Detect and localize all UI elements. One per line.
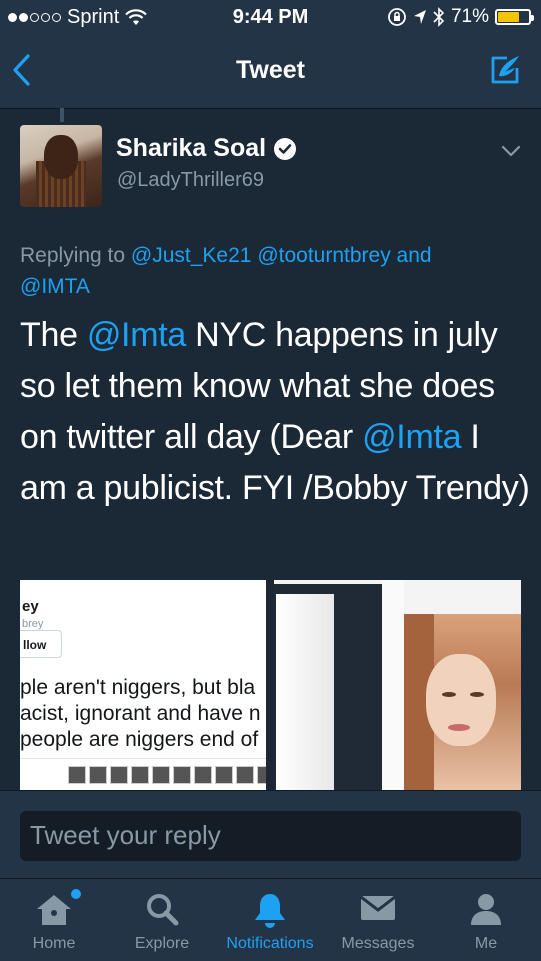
tweet-mention-2[interactable]: @Imta (362, 418, 461, 456)
screenshot-follow-button: llow (20, 630, 62, 658)
window-light (276, 594, 334, 790)
tweet-media: ey brey llow ple aren't niggers, but bla… (20, 580, 521, 790)
search-icon (147, 894, 179, 926)
media-image-1[interactable]: ey brey llow ple aren't niggers, but bla… (20, 580, 266, 790)
tab-me[interactable]: Me (432, 879, 540, 961)
compose-button[interactable] (487, 52, 523, 93)
tab-explore-label: Explore (134, 935, 190, 952)
screenshot-line-2: acist, ignorant and have n (20, 702, 261, 725)
display-name[interactable]: Sharika Soal (116, 134, 297, 163)
tweet-mention-1[interactable]: @Imta (87, 316, 186, 354)
tab-explore[interactable]: Explore (108, 879, 216, 961)
rotation-lock-icon (388, 8, 406, 26)
page-title: Tweet (236, 56, 305, 84)
tweet-text: The @Imta NYC happens in july so let the… (20, 310, 530, 514)
screenshot-handle: brey (22, 618, 44, 630)
verified-badge-icon (274, 137, 297, 160)
battery-percent: 71% (450, 6, 489, 27)
media-image-2[interactable] (274, 580, 521, 790)
tweet-text-part-1: The (20, 316, 78, 354)
status-right: 71% (387, 6, 534, 28)
battery-fill (498, 12, 520, 22)
reply-composer: Tweet your reply (0, 790, 541, 879)
nav-bar: Tweet (0, 36, 541, 109)
tweet-options-button[interactable] (501, 144, 521, 163)
tab-home[interactable]: Home (0, 879, 108, 961)
screenshot-divider (20, 758, 266, 759)
tab-notifications[interactable]: Notifications (216, 879, 324, 961)
reply-placeholder: Tweet your reply (30, 820, 221, 850)
chevron-down-icon (501, 145, 521, 157)
tab-messages-label: Messages (341, 935, 415, 952)
tab-notifications-label: Notifications (226, 935, 314, 952)
location-arrow-icon (413, 10, 426, 24)
bluetooth-icon (433, 7, 445, 27)
screenshot-line-3: people are niggers end of (20, 728, 259, 751)
battery-icon (495, 9, 534, 25)
thread-connector-line (60, 108, 64, 122)
screenshot-name: ey (22, 598, 39, 615)
reply-mention-2[interactable]: @tooturntbrey (257, 244, 390, 267)
reply-and[interactable]: and (397, 244, 432, 267)
avatar[interactable] (20, 125, 102, 207)
bell-icon (255, 894, 285, 928)
screenshot-likers-avatars (68, 766, 266, 784)
replying-to: Replying to @Just_Ke21 @tooturntbrey and… (20, 240, 520, 302)
reply-input[interactable]: Tweet your reply (20, 811, 521, 861)
tab-messages[interactable]: Messages (324, 879, 432, 961)
new-content-badge (71, 889, 81, 899)
display-name-text: Sharika Soal (116, 134, 267, 162)
tab-home-label: Home (32, 935, 76, 952)
tab-me-label: Me (474, 935, 498, 952)
reply-mention-1[interactable]: @Just_Ke21 (131, 244, 252, 267)
person-icon (471, 894, 501, 925)
status-bar: Sprint 9:44 PM 71% (0, 0, 541, 36)
envelope-icon (360, 895, 396, 920)
compose-tweet-icon (491, 56, 519, 84)
reply-mention-3[interactable]: @IMTA (20, 275, 90, 298)
selfie-photo (404, 614, 521, 790)
replying-prefix: Replying to (20, 244, 126, 267)
white-strip (382, 580, 404, 790)
screenshot-line-1: ple aren't niggers, but bla (20, 676, 256, 699)
user-handle[interactable]: @LadyThriller69 (117, 169, 264, 192)
tab-bar: Home Explore Notifications Messages Me (0, 878, 541, 961)
home-icon (37, 895, 71, 925)
